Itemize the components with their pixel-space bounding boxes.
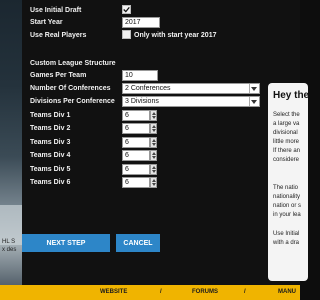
teams-div-2-stepper[interactable] (150, 123, 157, 134)
number-of-conferences-select[interactable]: 2 Conferences (122, 83, 260, 94)
divisions-per-conference-label: Divisions Per Conference (30, 97, 115, 105)
footer-separator: / (244, 289, 246, 295)
help-line: considere (273, 157, 300, 163)
teams-div-2-row: Teams Div 2 (30, 122, 70, 134)
help-title: Hey the (273, 90, 308, 101)
games-per-team-label: Games Per Team (30, 71, 87, 79)
cancel-button[interactable]: CANCEL (116, 234, 160, 252)
help-line: divisional (273, 130, 298, 136)
use-real-players-checkbox[interactable] (122, 30, 131, 39)
footer-link-manual[interactable]: MANU (278, 289, 296, 295)
teams-div-label: Teams Div 6 (30, 178, 71, 186)
number-of-conferences-row: Number Of Conferences (30, 82, 111, 94)
help-line: The natio (273, 185, 299, 191)
use-real-players-label: Use Real Players (30, 31, 87, 39)
custom-structure-heading: Custom League Structure (30, 59, 116, 67)
only-start-year-row: Only with start year 2017 (134, 29, 216, 41)
games-per-team-input[interactable]: 10 (122, 70, 158, 81)
use-real-players-row: Use Real Players (30, 29, 86, 41)
help-line: in your lea (273, 212, 301, 218)
teams-div-1-stepper[interactable] (150, 110, 157, 121)
divisions-per-conference-select[interactable]: 3 Divisions (122, 96, 260, 107)
teams-div-label: Teams Div 3 (30, 138, 71, 146)
use-initial-draft-checkbox[interactable] (122, 5, 131, 14)
only-start-year-label: Only with start year 2017 (134, 31, 217, 39)
teams-div-2-input[interactable]: 6 (122, 123, 150, 134)
footer-separator: / (160, 289, 162, 295)
background-image: HL S x des (0, 0, 22, 285)
use-initial-draft-label: Use Initial Draft (30, 6, 82, 14)
help-line: little more (273, 139, 300, 145)
teams-div-label: Teams Div 2 (30, 124, 71, 132)
start-year-label: Start Year (30, 18, 63, 26)
teams-div-label: Teams Div 1 (30, 111, 71, 119)
divisions-per-conference-value: 3 Divisions (125, 98, 159, 105)
chevron-down-icon (251, 87, 257, 91)
next-step-button[interactable]: NEXT STEP (22, 234, 110, 252)
footer-link-forums[interactable]: FORUMS (192, 289, 218, 295)
background-text: HL S x des (2, 239, 17, 253)
teams-div-label: Teams Div 5 (30, 165, 71, 173)
teams-div-4-stepper[interactable] (150, 150, 157, 161)
help-line: Select the (273, 112, 300, 118)
help-line: If there an (273, 148, 301, 154)
chevron-down-icon (251, 100, 257, 104)
games-per-team-row: Games Per Team (30, 69, 86, 81)
divisions-per-conference-row: Divisions Per Conference (30, 95, 115, 107)
footer-bar: WEBSITE / FORUMS / MANU (0, 285, 300, 300)
start-year-input[interactable]: 2017 (122, 17, 160, 28)
start-year-row: Start Year (30, 16, 63, 28)
teams-div-6-stepper[interactable] (150, 177, 157, 188)
teams-div-5-input[interactable]: 6 (122, 164, 150, 175)
use-initial-draft-row: Use Initial Draft (30, 4, 81, 16)
help-sidebar: Hey the Select the a large va divisional… (264, 0, 308, 285)
teams-div-5-stepper[interactable] (150, 164, 157, 175)
teams-div-4-row: Teams Div 4 (30, 149, 70, 161)
help-line: Use Initial (273, 231, 300, 237)
number-of-conferences-value: 2 Conferences (125, 85, 171, 92)
teams-div-3-stepper[interactable] (150, 137, 157, 148)
help-line: with a dra (273, 240, 300, 246)
teams-div-3-input[interactable]: 6 (122, 137, 150, 148)
footer-link-website[interactable]: WEBSITE (100, 289, 127, 295)
help-card: Hey the Select the a large va divisional… (268, 83, 308, 281)
teams-div-1-row: Teams Div 1 (30, 109, 70, 121)
help-line: nation or s (273, 203, 302, 209)
checkmark-icon (123, 6, 130, 13)
teams-div-5-row: Teams Div 5 (30, 163, 70, 175)
custom-structure-heading-row: Custom League Structure (30, 57, 116, 69)
teams-div-1-input[interactable]: 6 (122, 110, 150, 121)
help-line: nationality (273, 194, 301, 200)
teams-div-label: Teams Div 4 (30, 151, 71, 159)
league-settings-panel: Use Initial Draft Start Year 2017 Use Re… (22, 0, 264, 285)
teams-div-6-row: Teams Div 6 (30, 176, 70, 188)
teams-div-6-input[interactable]: 6 (122, 177, 150, 188)
teams-div-4-input[interactable]: 6 (122, 150, 150, 161)
teams-div-3-row: Teams Div 3 (30, 136, 70, 148)
number-of-conferences-label: Number Of Conferences (30, 84, 111, 92)
help-line: a large va (273, 121, 300, 127)
